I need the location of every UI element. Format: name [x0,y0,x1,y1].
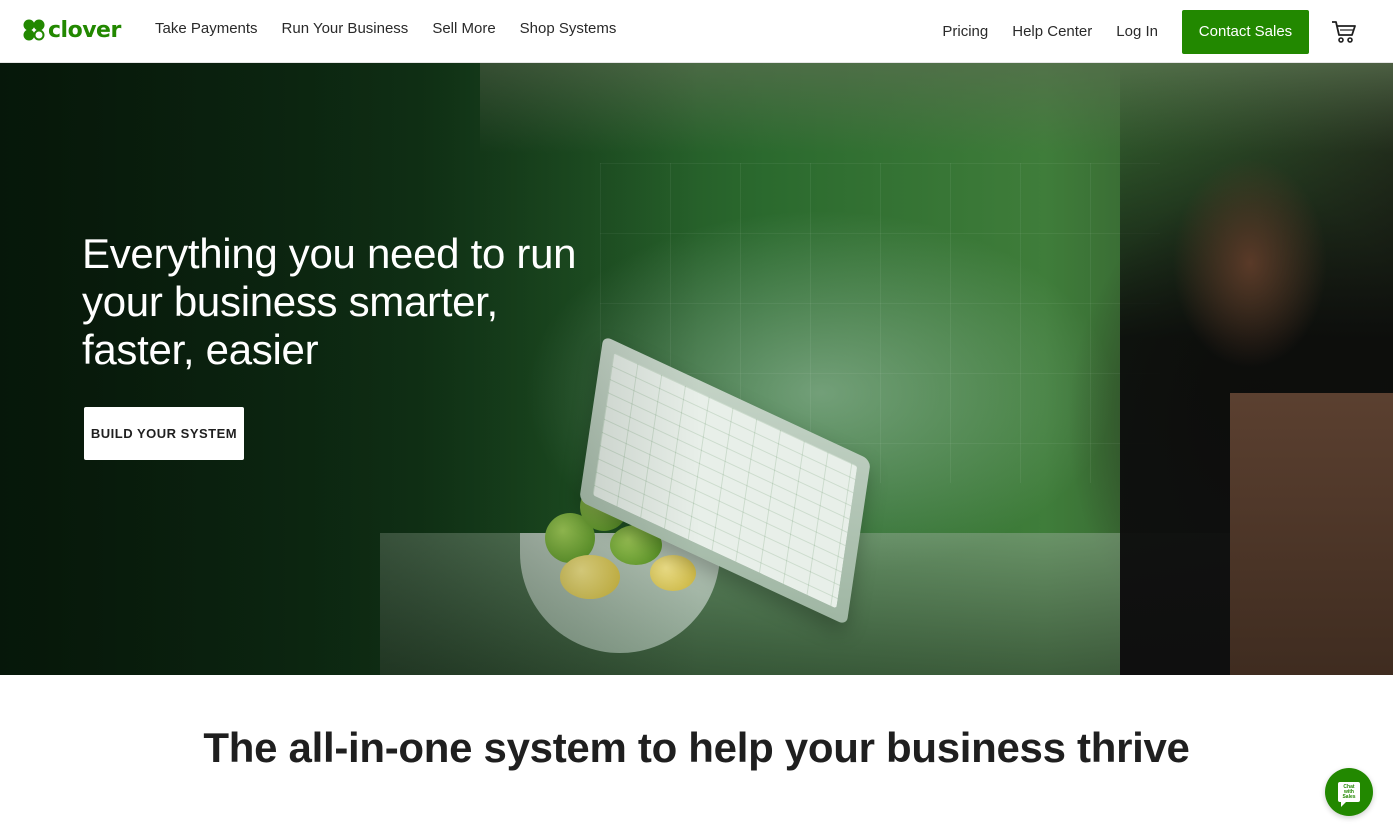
chat-label: Chat with Sales [1342,783,1356,800]
cart-icon[interactable] [1331,20,1357,44]
nav-help-center[interactable]: Help Center [1012,23,1092,40]
logo-text: clover [48,17,121,43]
section-title: The all-in-one system to help your busin… [203,724,1190,771]
nav-take-payments[interactable]: Take Payments [155,20,258,37]
nav-sell-more[interactable]: Sell More [432,20,495,37]
chat-with-sales-button[interactable]: Chat with Sales [1325,768,1373,816]
hero-title: Everything you need to run your business… [82,230,577,373]
clover-logo[interactable]: clover [22,17,121,43]
nav-shop-systems[interactable]: Shop Systems [520,20,617,37]
nav-run-your-business[interactable]: Run Your Business [282,20,409,37]
hero-banner: Everything you need to run your business… [0,63,1393,675]
contact-sales-button[interactable]: Contact Sales [1182,9,1309,54]
clover-leaf-icon [23,19,45,41]
nav-log-in[interactable]: Log In [1116,23,1158,40]
nav-pricing[interactable]: Pricing [942,23,988,40]
primary-nav: Take Payments Run Your Business Sell Mor… [155,20,640,37]
build-your-system-button[interactable]: BUILD YOUR SYSTEM [84,407,244,460]
site-header: clover Take Payments Run Your Business S… [0,0,1393,63]
hero-photo-apron [1230,393,1393,675]
chat-icon: Chat with Sales [1338,782,1360,807]
secondary-nav: Pricing Help Center Log In Contact Sales [942,0,1393,63]
